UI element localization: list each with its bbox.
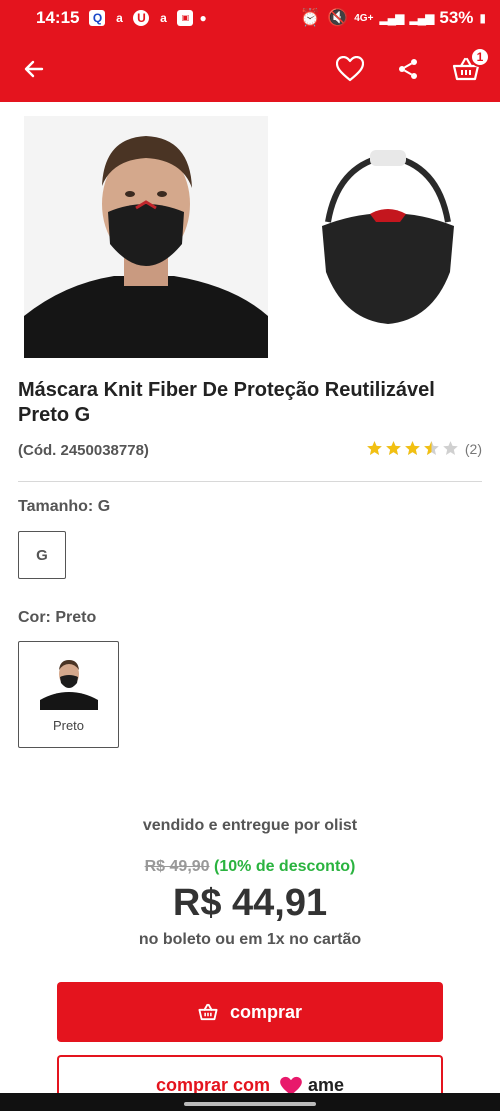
product-image-mask[interactable] xyxy=(308,142,468,332)
star-icon xyxy=(405,441,420,455)
home-gesture-pill[interactable] xyxy=(184,1102,316,1106)
color-label: Cor: Preto xyxy=(18,609,97,626)
color-swatch-image xyxy=(40,660,98,710)
star-icon xyxy=(386,441,401,455)
mask-product-image xyxy=(322,150,454,324)
mute-icon: 🔇 xyxy=(327,8,349,27)
alarm-icon: ⏰ xyxy=(299,8,322,27)
battery-icon: ▮ xyxy=(479,11,486,25)
old-price: R$ 49,90 xyxy=(144,858,210,875)
color-option-label: Preto xyxy=(52,718,85,733)
discount-text: (10% de desconto) xyxy=(214,858,356,875)
app-notification-icon-2: U xyxy=(133,10,150,26)
dot-icon: ● xyxy=(199,11,207,25)
color-option-preto[interactable]: Preto xyxy=(18,641,119,748)
status-time: 14:15 xyxy=(36,8,80,27)
back-button[interactable] xyxy=(18,53,50,85)
star-icon xyxy=(424,441,439,455)
size-label: Tamanho: G xyxy=(18,498,111,515)
basket-icon xyxy=(198,1003,218,1021)
star-icon xyxy=(367,441,382,455)
heart-outline-icon xyxy=(336,56,364,82)
cart-count-badge: 1 xyxy=(470,47,490,67)
product-gallery xyxy=(18,112,488,362)
seller-info: vendido e entregue por olist xyxy=(142,817,358,834)
buy-button[interactable]: comprar xyxy=(57,982,443,1042)
cart-button[interactable]: 1 xyxy=(450,47,490,85)
product-code: (Cód. 2450038778) xyxy=(18,442,149,459)
divider xyxy=(18,481,482,482)
product-rating[interactable]: (2) xyxy=(366,440,482,457)
price-comparison: R$ 49,90 (10% de desconto) xyxy=(0,858,500,876)
status-bar: 14:15 Q a U a ▣ ● ⏰ 🔇 4G+ ▂▄▆ ▂▄▆ 53% ▮ xyxy=(0,0,500,36)
battery-level: 53% xyxy=(439,8,474,27)
amazon-notification-icon-2: a xyxy=(160,11,167,25)
current-price: R$ 44,91 xyxy=(172,882,328,924)
product-title: Máscara Knit Fiber De Proteção Reutilizá… xyxy=(18,379,435,426)
image-notification-icon: ▣ xyxy=(177,10,194,26)
arrow-left-icon xyxy=(24,60,44,78)
model-wearing-mask-image xyxy=(24,116,268,358)
share-icon xyxy=(399,59,417,79)
app-notification-icon: Q xyxy=(89,10,106,26)
signal-icon: ▂▄▆ xyxy=(379,11,404,25)
review-count: (2) xyxy=(464,440,482,457)
favorite-button[interactable] xyxy=(334,53,366,85)
signal-icon-2: ▂▄▆ xyxy=(409,11,434,25)
amazon-notification-icon: a xyxy=(116,11,123,25)
payment-note: no boleto ou em 1x no cartão xyxy=(138,931,362,948)
app-bar: 1 xyxy=(0,36,500,102)
buy-button-label: comprar xyxy=(229,1001,303,1022)
network-type: 4G+ xyxy=(354,12,374,24)
size-option-g[interactable]: G xyxy=(18,531,66,579)
star-icon xyxy=(443,441,458,455)
share-button[interactable] xyxy=(392,53,424,85)
product-image-main[interactable] xyxy=(24,116,268,358)
rating-stars xyxy=(366,440,459,457)
